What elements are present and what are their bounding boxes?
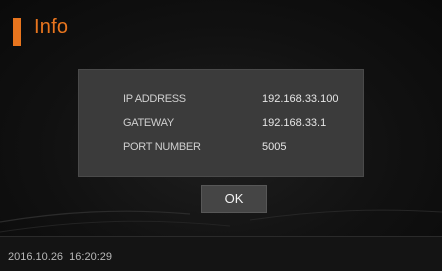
ok-button[interactable]: OK xyxy=(201,185,267,213)
info-row-gateway: GATEWAY 192.168.33.1 xyxy=(79,117,365,137)
ip-address-label: IP ADDRESS xyxy=(123,93,186,105)
info-panel: IP ADDRESS 192.168.33.100 GATEWAY 192.16… xyxy=(78,69,364,177)
gateway-label: GATEWAY xyxy=(123,117,174,129)
title-accent-bar xyxy=(13,18,21,46)
page-title: Info xyxy=(34,16,69,38)
info-row-ip-address: IP ADDRESS 192.168.33.100 xyxy=(79,93,365,113)
ip-address-value: 192.168.33.100 xyxy=(262,93,339,105)
port-number-label: PORT NUMBER xyxy=(123,141,201,153)
datetime-display: 2016.10.26 16:20:29 xyxy=(8,251,112,263)
info-screen: Info IP ADDRESS 192.168.33.100 GATEWAY 1… xyxy=(0,0,442,271)
status-bar: 2016.10.26 16:20:29 xyxy=(0,237,442,271)
gateway-value: 192.168.33.1 xyxy=(262,117,327,129)
port-number-value: 5005 xyxy=(262,141,287,153)
info-row-port-number: PORT NUMBER 5005 xyxy=(79,141,365,161)
